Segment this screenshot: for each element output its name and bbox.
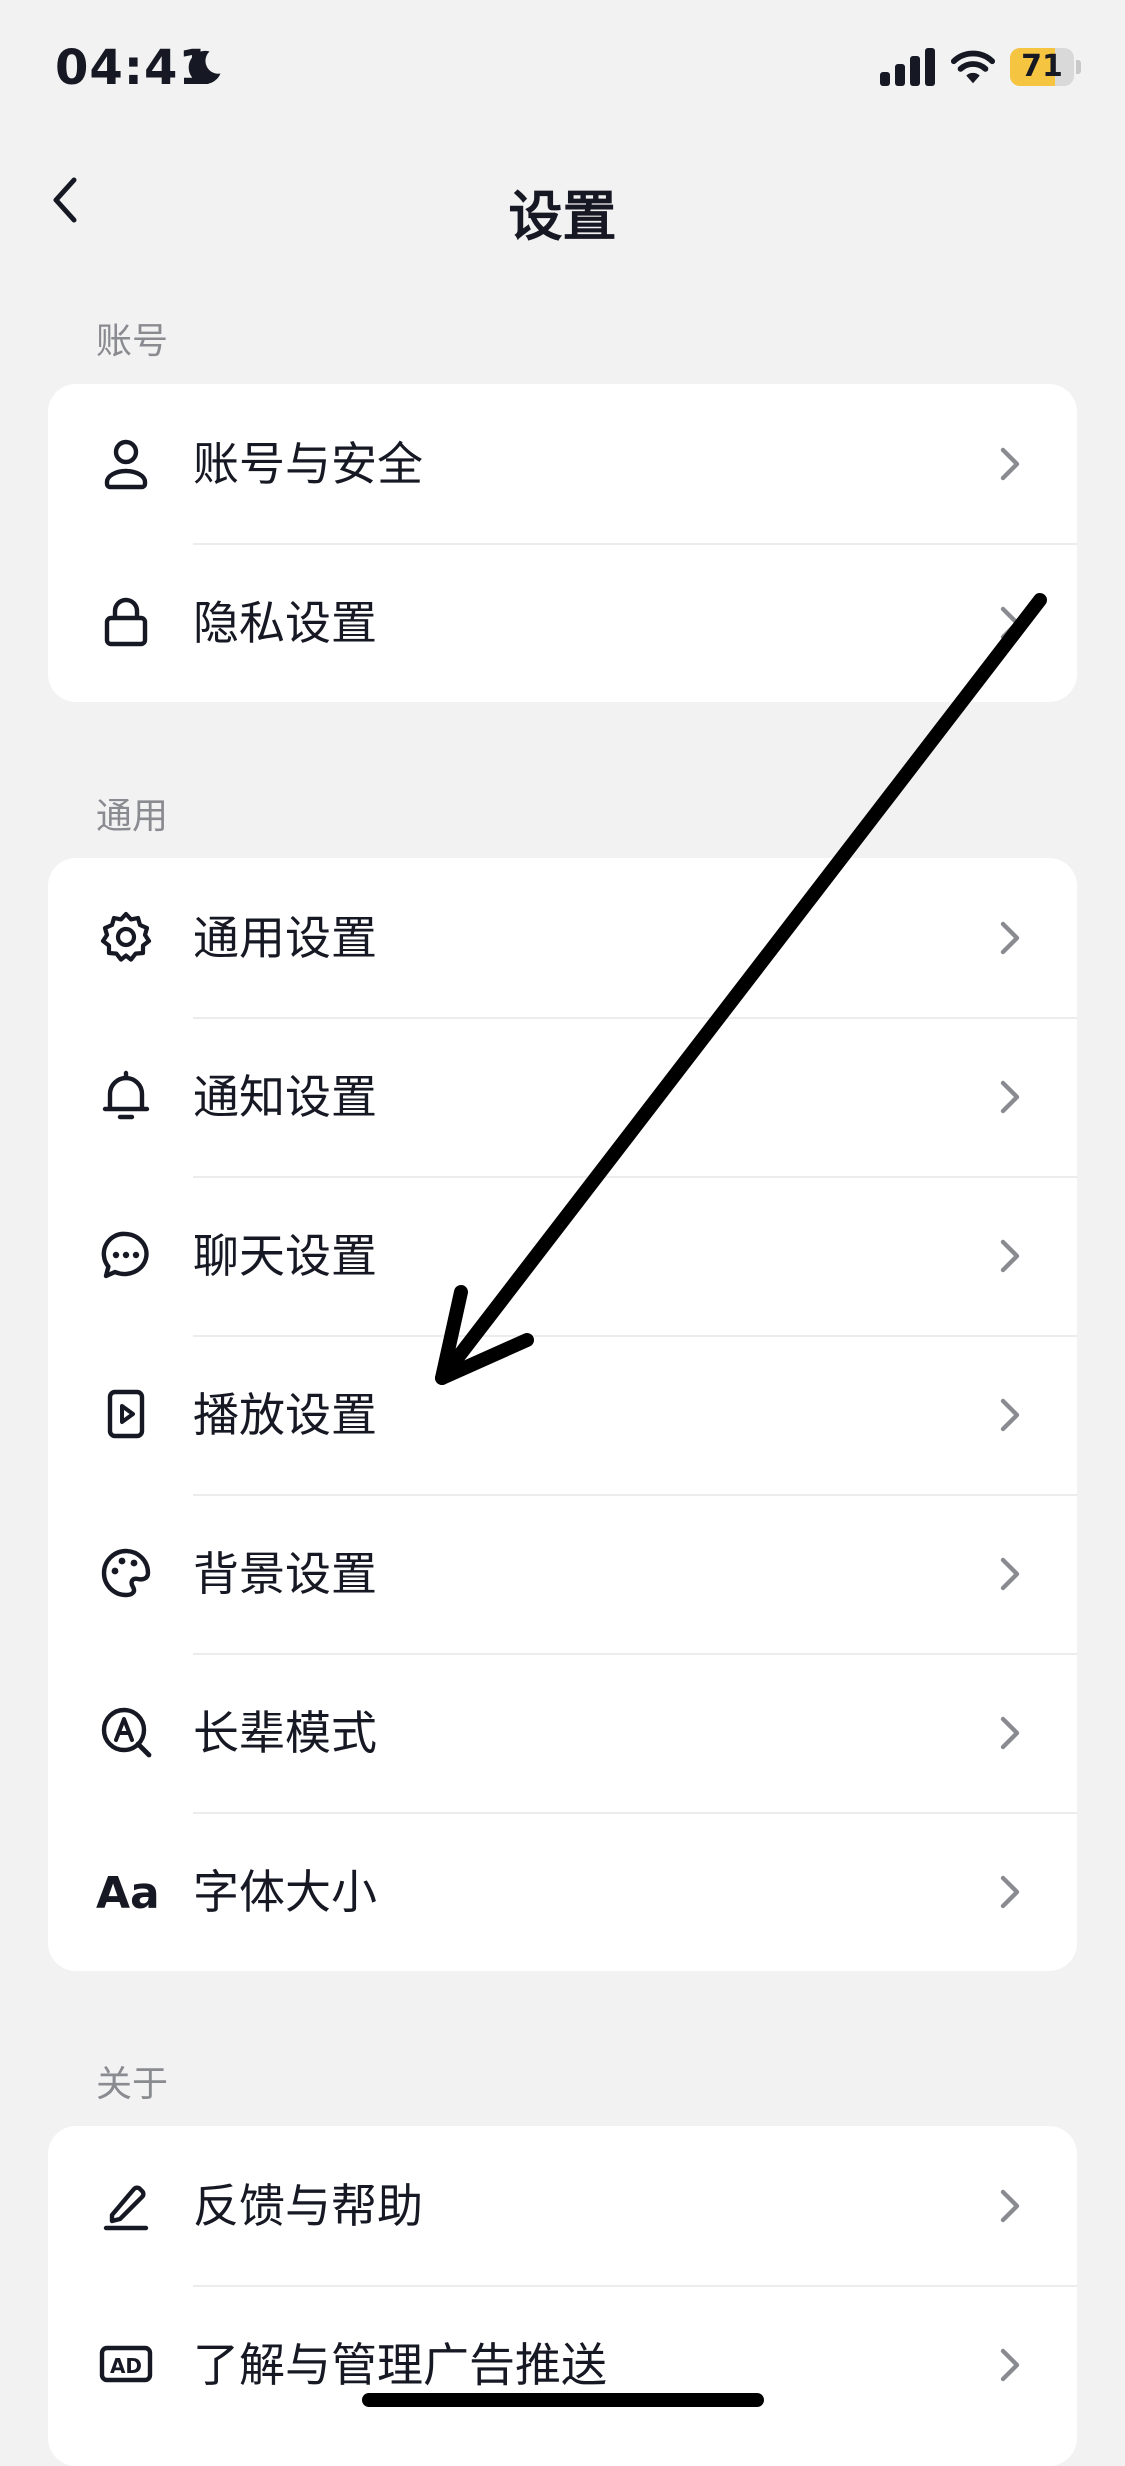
section-title-general: 通用 <box>96 796 169 837</box>
item-label: 账号与安全 <box>193 437 423 491</box>
settings-item-chat[interactable]: 聊天设置 <box>48 1176 1077 1335</box>
item-label: 通知设置 <box>193 1070 377 1124</box>
chevron-right-icon <box>1000 1239 1020 1273</box>
item-label: 隐私设置 <box>193 596 377 650</box>
item-label: 聊天设置 <box>193 1229 377 1283</box>
settings-item-general[interactable]: 通用设置 <box>48 858 1077 1017</box>
item-label: 反馈与帮助 <box>193 2179 423 2233</box>
chat-bubble-icon <box>101 1231 149 1279</box>
settings-item-account-security[interactable]: 账号与安全 <box>48 384 1077 543</box>
chevron-right-icon <box>1000 1080 1020 1114</box>
item-label: 通用设置 <box>193 911 377 965</box>
pencil-icon <box>103 2185 149 2231</box>
bell-icon <box>102 1070 150 1120</box>
chevron-right-icon <box>1000 921 1020 955</box>
settings-item-notifications[interactable]: 通知设置 <box>48 1017 1077 1176</box>
chevron-right-icon <box>1000 2348 1020 2382</box>
user-icon <box>104 439 148 490</box>
row-divider <box>193 1653 1077 1655</box>
settings-item-privacy[interactable]: 隐私设置 <box>48 543 1077 702</box>
chevron-right-icon <box>1000 447 1020 481</box>
row-divider <box>193 543 1077 545</box>
row-divider <box>193 1494 1077 1496</box>
home-indicator <box>362 2393 764 2407</box>
row-divider <box>193 1176 1077 1178</box>
settings-item-elder-mode[interactable]: 长辈模式 <box>48 1653 1077 1812</box>
settings-item-background[interactable]: 背景设置 <box>48 1494 1077 1653</box>
palette-icon <box>101 1548 151 1598</box>
status-bar: 04:41 71 <box>0 0 1125 140</box>
section-title-account: 账号 <box>96 321 169 362</box>
wifi-icon <box>950 50 996 84</box>
nav-bar: 设置 <box>0 140 1125 260</box>
svg-text:AD: AD <box>110 2354 142 2378</box>
row-divider <box>193 1017 1077 1019</box>
chevron-right-icon <box>1000 1398 1020 1432</box>
chevron-right-icon <box>1000 1557 1020 1591</box>
chevron-right-icon <box>1000 2189 1020 2223</box>
ad-icon: AD <box>99 2345 153 2383</box>
gear-icon <box>100 911 152 962</box>
battery-level: 71 <box>1021 49 1063 84</box>
settings-item-playback[interactable]: 播放设置 <box>48 1335 1077 1494</box>
item-label: 了解与管理广告推送 <box>193 2338 607 2392</box>
item-label: 字体大小 <box>193 1865 377 1919</box>
section-title-about: 关于 <box>96 2064 169 2105</box>
page-title: 设置 <box>508 185 617 248</box>
row-divider <box>193 1335 1077 1337</box>
about-card: 反馈与帮助 AD 了解与管理广告推送 <box>48 2126 1077 2466</box>
item-label: 播放设置 <box>193 1388 377 1442</box>
settings-item-ad-management[interactable]: AD 了解与管理广告推送 <box>48 2285 1077 2444</box>
item-label: 长辈模式 <box>193 1706 377 1760</box>
settings-item-feedback[interactable]: 反馈与帮助 <box>48 2126 1077 2285</box>
play-icon <box>107 1389 145 1439</box>
row-divider <box>193 2285 1077 2287</box>
chevron-right-icon <box>1000 606 1020 640</box>
row-divider <box>193 1812 1077 1814</box>
settings-item-font-size[interactable]: Aa 字体大小 <box>48 1812 1077 1971</box>
font-size-icon: Aa <box>96 1868 160 1919</box>
general-card: 通用设置 通知设置 聊天设置 播放设置 背景设置 长辈模式 Aa 字体大小 <box>48 858 1077 1971</box>
chevron-right-icon <box>1000 1875 1020 1909</box>
signal-icon <box>880 48 935 86</box>
item-label: 背景设置 <box>193 1547 377 1601</box>
elder-mode-icon <box>101 1707 152 1758</box>
moon-icon <box>188 50 221 84</box>
lock-icon <box>104 597 148 647</box>
battery-indicator: 71 <box>1010 48 1081 86</box>
chevron-right-icon <box>1000 1716 1020 1750</box>
account-card: 账号与安全 隐私设置 <box>48 384 1077 702</box>
